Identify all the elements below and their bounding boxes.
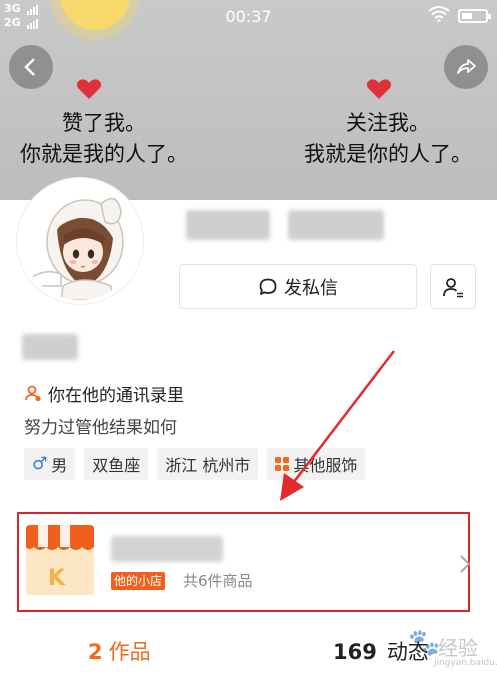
shop-item-count: 共6件商品 bbox=[183, 572, 253, 590]
contact-person-icon bbox=[25, 385, 41, 402]
wifi-icon bbox=[428, 6, 450, 22]
avatar-illustration bbox=[21, 182, 139, 300]
tab-works[interactable]: 2 作品 bbox=[88, 636, 151, 666]
works-count: 2 bbox=[88, 640, 103, 664]
shop-entry[interactable]: K 他的小店 共6件商品 bbox=[17, 512, 471, 612]
back-button[interactable] bbox=[9, 45, 53, 89]
share-button[interactable] bbox=[444, 45, 488, 89]
shop-logo-icon: K bbox=[26, 525, 94, 595]
status-time: 00:37 bbox=[225, 7, 272, 26]
send-message-button[interactable]: 发私信 bbox=[179, 264, 417, 309]
annotation-arrow bbox=[280, 350, 395, 501]
username-redacted bbox=[288, 210, 384, 240]
paw-icon: 🐾 bbox=[408, 628, 441, 658]
battery-icon bbox=[458, 9, 491, 23]
chevron-right-icon bbox=[460, 555, 471, 573]
heart-icon bbox=[366, 79, 392, 99]
chevron-left-icon bbox=[24, 58, 35, 76]
cover-text-left: 赞了我。 你就是我的人了。 bbox=[20, 111, 188, 166]
user-id-redacted bbox=[22, 334, 78, 360]
share-arrow-icon bbox=[457, 59, 476, 74]
contact-note: 你在他的通讯录里 bbox=[24, 381, 184, 406]
avatar[interactable] bbox=[17, 178, 143, 304]
shop-name-redacted bbox=[111, 536, 223, 562]
feed-count: 169 bbox=[333, 640, 377, 664]
shop-badge: 他的小店 bbox=[111, 572, 166, 590]
tag-gender[interactable]: ♂ 男 bbox=[24, 448, 76, 480]
shop-logo-letter: K bbox=[48, 566, 66, 591]
cover-text-right: 关注我。 我就是你的人了。 bbox=[304, 111, 472, 166]
tag-location[interactable]: 浙江 杭州市 bbox=[157, 448, 259, 480]
user-bio: 努力过管他结果如何 bbox=[24, 418, 177, 438]
status-bar: 3G 2G 00:37 bbox=[0, 0, 497, 32]
male-icon: ♂ bbox=[32, 454, 48, 474]
heart-icon bbox=[76, 79, 102, 99]
username-redacted bbox=[186, 210, 270, 240]
watermark: 🐾 经验 jingyan.baidu.com bbox=[408, 628, 497, 668]
send-message-label: 发私信 bbox=[284, 277, 338, 299]
follow-settings-button[interactable] bbox=[430, 264, 476, 309]
tag-zodiac[interactable]: 双鱼座 bbox=[84, 448, 149, 480]
cover-banner: 3G 2G 00:37 赞了我。 你就是我的人了。 关注我。 我就是你的人了。 bbox=[0, 0, 497, 200]
user-follow-icon bbox=[443, 277, 463, 297]
chat-bubble-icon bbox=[259, 278, 277, 295]
